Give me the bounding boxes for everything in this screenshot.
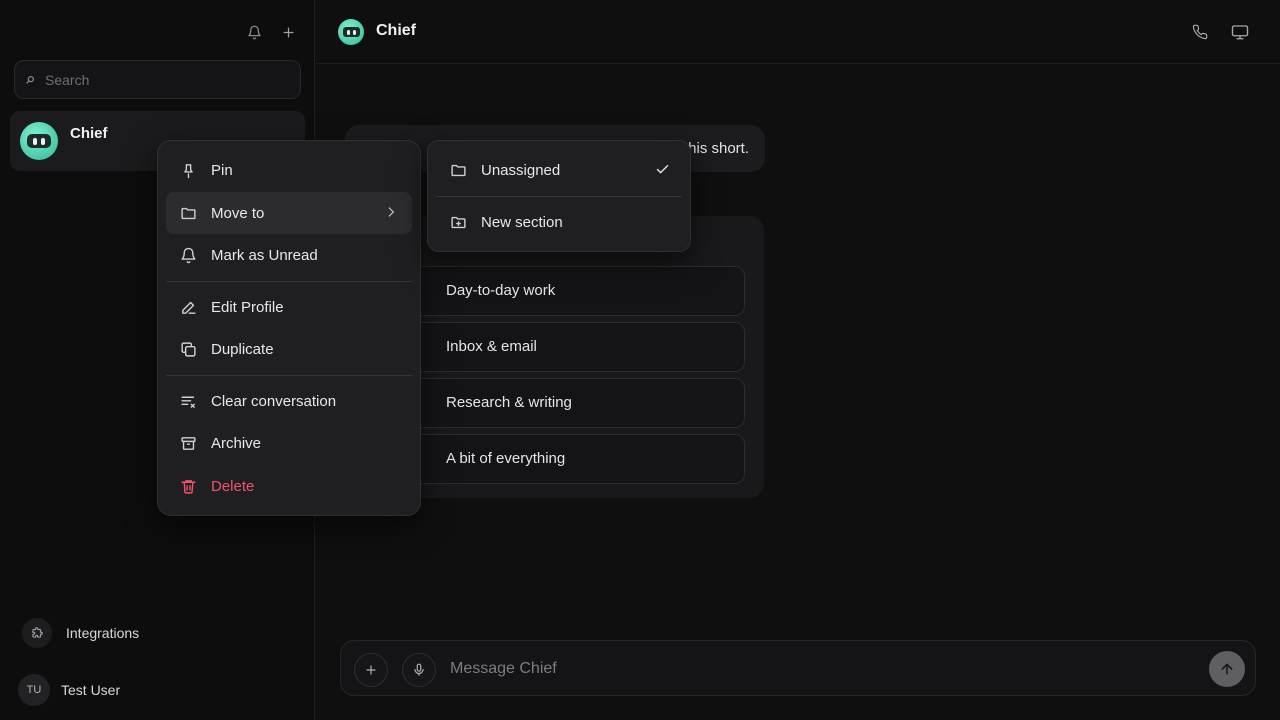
menu-item-duplicate[interactable]: Duplicate: [166, 328, 412, 370]
send-arrow-up-icon[interactable]: [1209, 651, 1245, 687]
phone-icon[interactable]: [1190, 22, 1210, 42]
move-to-submenu: Unassigned New section: [427, 140, 691, 252]
chief-avatar: [338, 19, 364, 45]
search-input[interactable]: [45, 71, 285, 88]
attach-plus-icon[interactable]: [354, 653, 388, 687]
message-input[interactable]: Message Chief: [450, 660, 557, 678]
submenu-item-unassigned[interactable]: Unassigned: [436, 149, 684, 191]
folder-icon: [180, 205, 197, 222]
menu-item-clear-conversation[interactable]: Clear conversation: [166, 380, 412, 422]
chat-list-item-name: Chief: [70, 125, 108, 142]
menu-divider: [166, 281, 412, 282]
folder-icon: [450, 162, 467, 179]
user-message-text: his short.: [688, 140, 749, 157]
integrations-label: Integrations: [66, 625, 140, 641]
chat-context-menu: Pin Move to Mark as Unread Edit Profile …: [157, 140, 421, 516]
submenu-divider: [436, 196, 682, 197]
folder-plus-icon: [450, 214, 467, 231]
chief-avatar: [20, 122, 58, 160]
bell-icon: [180, 247, 197, 264]
user-name: Test User: [61, 682, 121, 698]
menu-divider: [166, 375, 412, 376]
menu-item-delete[interactable]: Delete: [166, 465, 412, 507]
trash-icon: [180, 478, 197, 495]
checkmark-icon: [655, 162, 670, 177]
option-inbox-email[interactable]: Inbox & email: [369, 322, 745, 372]
notifications-bell-icon[interactable]: [244, 22, 264, 42]
menu-item-edit-profile[interactable]: Edit Profile: [166, 286, 412, 328]
option-day-to-day-work[interactable]: Day-to-day work: [369, 266, 745, 316]
menu-item-mark-unread[interactable]: Mark as Unread: [166, 234, 412, 276]
user-profile[interactable]: TU Test User: [18, 674, 120, 706]
microphone-icon[interactable]: [402, 653, 436, 687]
clear-list-icon: [180, 393, 197, 410]
chat-header: Chief: [316, 0, 1280, 64]
search-icon: [25, 75, 35, 85]
sidebar-top-actions: [244, 22, 298, 42]
option-research-writing[interactable]: Research & writing: [369, 378, 745, 428]
chevron-right-icon: [384, 205, 398, 219]
puzzle-icon: [22, 618, 52, 648]
header-actions: [1190, 22, 1250, 42]
submenu-item-new-section[interactable]: New section: [436, 201, 684, 243]
pencil-icon: [180, 299, 197, 316]
search-box[interactable]: [14, 60, 301, 99]
integrations-link[interactable]: Integrations: [22, 618, 139, 648]
pin-icon: [180, 162, 197, 179]
option-bit-of-everything[interactable]: A bit of everything: [369, 434, 745, 484]
archive-icon: [180, 435, 197, 452]
duplicate-icon: [180, 341, 197, 358]
menu-item-pin[interactable]: Pin: [166, 149, 412, 191]
menu-item-move-to[interactable]: Move to: [166, 192, 412, 234]
new-chat-plus-icon[interactable]: [278, 22, 298, 42]
chat-main: Chief his short. y Day-to-day work Inbox…: [316, 0, 1280, 720]
app-window: Chief Integrations TU Test User Chief: [0, 0, 1280, 720]
menu-item-archive[interactable]: Archive: [166, 422, 412, 464]
user-avatar: TU: [18, 674, 50, 706]
chat-title: Chief: [376, 22, 416, 39]
message-composer: Message Chief: [340, 640, 1256, 696]
monitor-icon[interactable]: [1230, 22, 1250, 42]
